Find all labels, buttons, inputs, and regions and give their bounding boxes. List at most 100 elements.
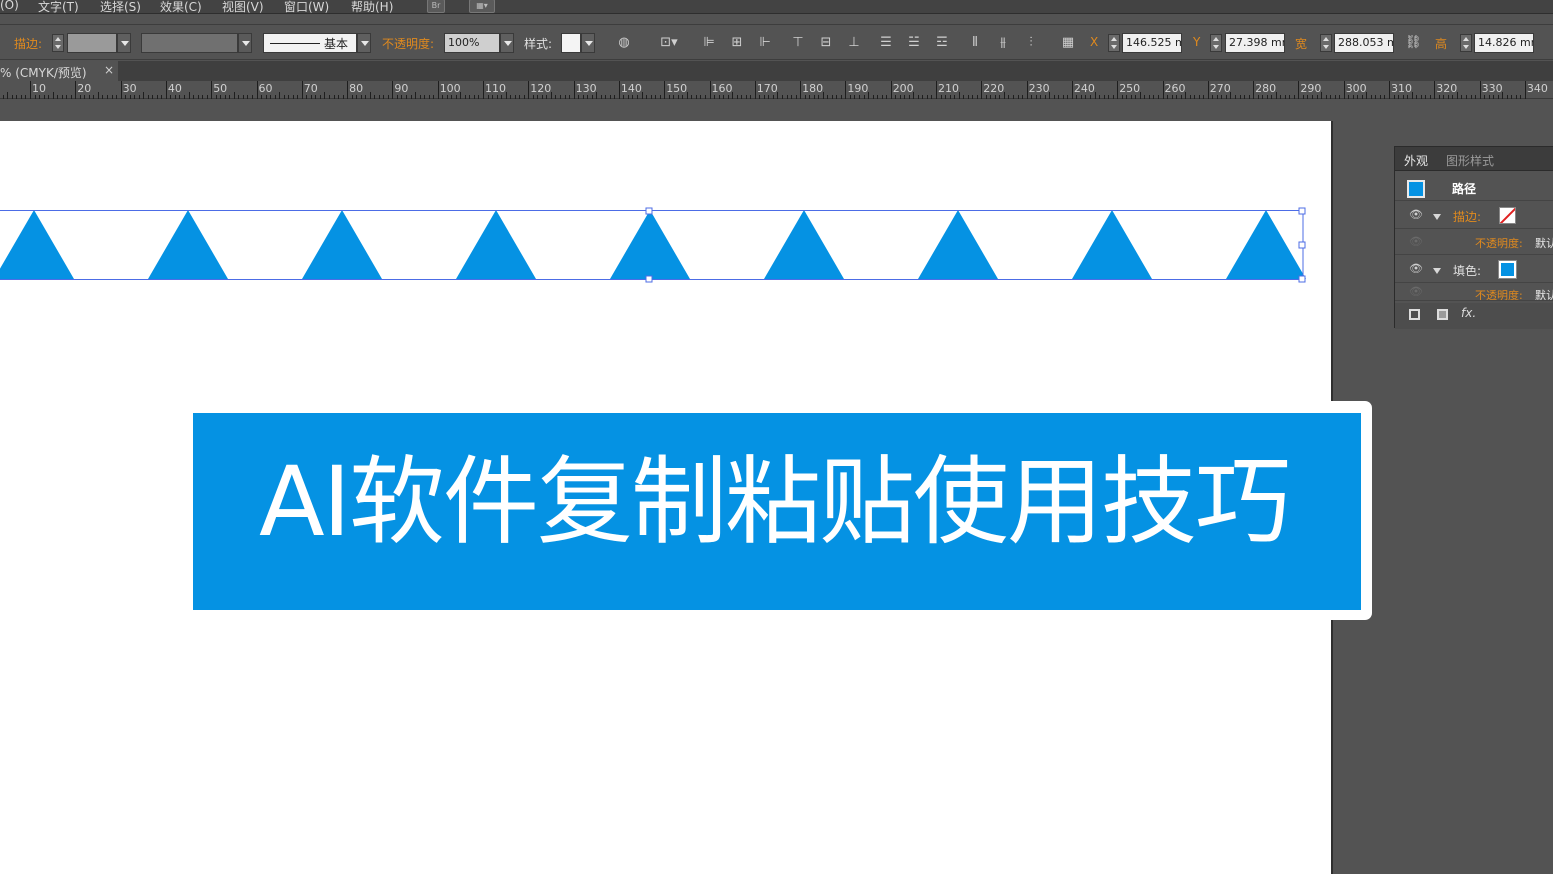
selection-handle[interactable]	[645, 275, 653, 283]
fx-icon[interactable]: fx.	[1461, 306, 1476, 320]
panel-row-stroke-opacity[interactable]: 👁 不透明度: 默认	[1395, 231, 1553, 255]
opacity-label[interactable]: 不透明度:	[382, 35, 434, 52]
x-field[interactable]: 146.525 m	[1122, 33, 1182, 53]
constrain-proportions-icon[interactable]: ⛓	[1405, 35, 1422, 51]
triangle-shape[interactable]	[456, 210, 536, 279]
tab-graphic-styles[interactable]: 图形样式	[1446, 152, 1494, 169]
selection-handle[interactable]	[1298, 241, 1306, 249]
ruler-minor-tick	[1334, 95, 1336, 99]
add-fill-icon[interactable]	[1437, 309, 1448, 320]
menu-effect[interactable]: 效果(C)	[160, 0, 202, 15]
eye-icon[interactable]: 👁	[1409, 285, 1423, 298]
fill-swatch-icon[interactable]	[1498, 260, 1517, 279]
distribute-top-icon[interactable]: ☰	[878, 35, 894, 51]
x-spinner[interactable]	[1108, 34, 1120, 52]
y-label[interactable]: Y	[1193, 35, 1200, 49]
ruler-minor-tick	[369, 92, 371, 99]
distribute-horizontal-center-icon[interactable]: ⫵	[995, 35, 1011, 51]
menu-object[interactable]: (O)	[0, 0, 19, 12]
menu-type[interactable]: 文字(T)	[38, 0, 79, 15]
height-spinner[interactable]	[1460, 34, 1472, 52]
panel-row-stroke[interactable]: 👁 描边:	[1395, 203, 1553, 229]
menu-view[interactable]: 视图(V)	[222, 0, 264, 15]
graphic-style-dropdown-icon[interactable]	[581, 33, 595, 53]
triangle-shape[interactable]	[764, 210, 844, 279]
workspace-switcher-icon[interactable]: ▦▾	[469, 0, 495, 13]
opacity-dropdown-icon[interactable]	[500, 33, 514, 53]
stroke-weight-dropdown-icon[interactable]	[117, 33, 131, 53]
align-left-icon[interactable]: ⊫	[701, 35, 717, 51]
eye-icon[interactable]: 👁	[1409, 262, 1423, 275]
x-label[interactable]: X	[1090, 35, 1098, 49]
panel-row-fill[interactable]: 👁 填色:	[1395, 257, 1553, 283]
opacity-field[interactable]: 100%	[444, 33, 500, 53]
width-field[interactable]: 288.053 m	[1334, 33, 1394, 53]
y-spinner[interactable]	[1210, 34, 1222, 52]
align-horizontal-center-icon[interactable]: ⊞	[729, 35, 745, 51]
stroke-weight-spinner[interactable]	[52, 34, 64, 52]
align-right-icon[interactable]: ⊩	[757, 35, 773, 51]
distribute-bottom-icon[interactable]: ☲	[934, 35, 950, 51]
triangle-shape[interactable]	[1226, 210, 1306, 279]
graphic-style-swatch[interactable]	[561, 33, 581, 53]
variable-width-field[interactable]	[141, 33, 238, 53]
distribute-right-icon[interactable]: ⫶	[1023, 35, 1039, 51]
menu-help[interactable]: 帮助(H)	[351, 0, 393, 15]
close-icon[interactable]: ×	[104, 63, 114, 77]
distribute-vertical-center-icon[interactable]: ☱	[906, 35, 922, 51]
panel-row-path[interactable]: 路径	[1395, 175, 1553, 201]
triangle-shape[interactable]	[302, 210, 382, 279]
ruler-minor-tick	[233, 92, 235, 99]
selection-handle[interactable]	[1298, 275, 1306, 283]
selection-handle[interactable]	[1298, 207, 1306, 215]
document-tab[interactable]: % (CMYK/预览) ×	[0, 61, 118, 81]
disclosure-triangle-icon[interactable]	[1433, 214, 1441, 220]
align-vertical-center-icon[interactable]: ⊟	[818, 35, 834, 51]
menu-window[interactable]: 窗口(W)	[284, 0, 329, 15]
fill-opacity-label[interactable]: 不透明度:	[1475, 287, 1523, 300]
triangle-shape[interactable]	[148, 210, 228, 279]
eye-icon[interactable]: 👁	[1409, 208, 1423, 221]
align-bottom-icon[interactable]: ⊥	[846, 35, 862, 51]
height-label[interactable]: 高	[1435, 35, 1447, 52]
width-spinner[interactable]	[1320, 34, 1332, 52]
disclosure-triangle-icon[interactable]	[1433, 268, 1441, 274]
height-field[interactable]: 14.826 mm	[1474, 33, 1534, 53]
selection-handle[interactable]	[645, 207, 653, 215]
tab-appearance[interactable]: 外观	[1404, 152, 1428, 169]
panel-row-fill-opacity[interactable]: 👁 不透明度: 默认	[1395, 285, 1553, 301]
recolor-artwork-icon[interactable]: ◍	[616, 35, 632, 51]
align-to-selection-icon[interactable]: ⊡▾	[656, 35, 682, 51]
no-stroke-swatch-icon[interactable]	[1499, 207, 1516, 224]
triangle-shape[interactable]	[610, 210, 690, 279]
ruler-minor-tick	[442, 95, 444, 99]
variable-width-dropdown-icon[interactable]	[238, 33, 252, 53]
y-field[interactable]: 27.398 mm	[1225, 33, 1285, 53]
menu-select[interactable]: 选择(S)	[100, 0, 141, 15]
horizontal-ruler[interactable]: 10 20 30 40 50 60 70 80 90 100 110 120 130 140 150 160 1…	[0, 81, 1553, 99]
bridge-icon[interactable]: Br	[427, 0, 445, 13]
reference-point-icon[interactable]: ▦	[1060, 35, 1076, 51]
stroke-opacity-label[interactable]: 不透明度:	[1475, 235, 1523, 251]
ruler-minor-tick	[691, 95, 693, 99]
stroke-weight-field[interactable]	[67, 33, 117, 53]
ruler-minor-tick	[1058, 95, 1060, 99]
ruler-minor-tick	[1511, 95, 1513, 99]
stroke-row-label[interactable]: 描边:	[1453, 208, 1481, 225]
canvas-area[interactable]: AI软件复制粘贴使用技巧 外观 图形样式 路径 👁 描边: 👁 不透明度: 默认…	[0, 100, 1553, 874]
stroke-label[interactable]: 描边:	[14, 35, 42, 52]
triangle-shape[interactable]	[0, 210, 74, 279]
triangle-pattern-artwork[interactable]	[0, 121, 1333, 361]
brush-definition-dropdown-icon[interactable]	[357, 33, 371, 53]
eye-icon[interactable]: 👁	[1409, 235, 1423, 248]
fill-row-label[interactable]: 填色:	[1453, 262, 1481, 279]
brush-definition-field[interactable]: 基本	[263, 33, 357, 53]
triangle-shape[interactable]	[1072, 210, 1152, 279]
distribute-left-icon[interactable]: ⫴	[967, 35, 983, 51]
add-stroke-icon[interactable]	[1409, 309, 1420, 320]
triangle-shape[interactable]	[918, 210, 998, 279]
width-label[interactable]: 宽	[1295, 35, 1307, 52]
align-top-icon[interactable]: ⊤	[790, 35, 806, 51]
ruler-minor-tick	[1307, 95, 1309, 99]
ruler-minor-tick	[1262, 95, 1264, 99]
